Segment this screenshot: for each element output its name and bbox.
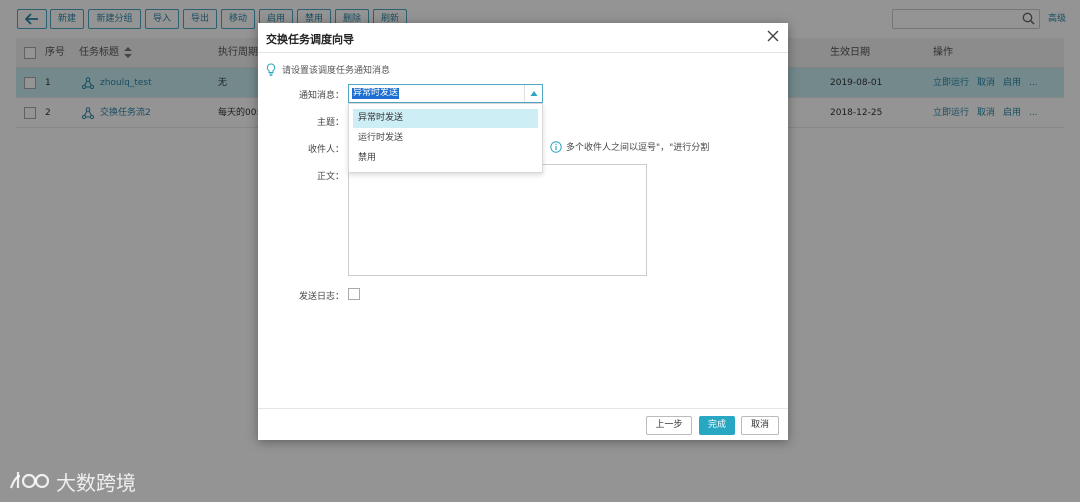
option-on-run[interactable]: 运行时发送: [353, 129, 538, 148]
close-icon[interactable]: [766, 29, 780, 43]
brand-logo: [9, 472, 50, 489]
notify-select[interactable]: 异常时发送: [348, 84, 543, 103]
scheduling-wizard-dialog: 交换任务调度向导 请设置该调度任务通知消息 通知消息： 异常时发送 主题： 收件…: [258, 23, 788, 440]
dialog-title: 交换任务调度向导: [266, 33, 354, 46]
send-log-checkbox[interactable]: [348, 288, 360, 300]
info-icon: [550, 140, 562, 153]
caret-up-icon: [530, 91, 538, 96]
notify-label: 通知消息：: [298, 91, 344, 101]
option-on-error[interactable]: 异常时发送: [353, 109, 538, 128]
dialog-footer: 上一步 完成 取消: [258, 408, 788, 440]
dialog-hint-text: 请设置该调度任务通知消息: [282, 66, 391, 76]
previous-step-button[interactable]: 上一步: [646, 416, 692, 435]
notify-select-value: 异常时发送: [352, 88, 400, 99]
notify-dropdown-list: 异常时发送 运行时发送 禁用: [348, 103, 543, 173]
subject-label: 主题：: [316, 118, 344, 128]
watermark: 大数跨境: [8, 466, 136, 496]
cancel-button[interactable]: 取消: [741, 416, 779, 435]
body-textarea[interactable]: [348, 164, 647, 276]
dialog-header: 交换任务调度向导: [258, 23, 788, 53]
finish-button[interactable]: 完成: [699, 416, 735, 435]
recipients-hint-text: 多个收件人之间以逗号"，"进行分割: [566, 143, 710, 153]
lightbulb-icon: [266, 63, 276, 76]
recipients-hint: 多个收件人之间以逗号"，"进行分割: [550, 140, 709, 153]
send-log-label: 发送日志：: [298, 292, 344, 302]
body-label: 正文：: [316, 172, 344, 182]
dropdown-toggle[interactable]: [524, 85, 542, 102]
recipients-label: 收件人：: [307, 145, 344, 155]
watermark-text: 大数跨境: [56, 470, 136, 495]
option-disabled[interactable]: 禁用: [353, 149, 538, 168]
dialog-hint: 请设置该调度任务通知消息: [266, 63, 390, 76]
